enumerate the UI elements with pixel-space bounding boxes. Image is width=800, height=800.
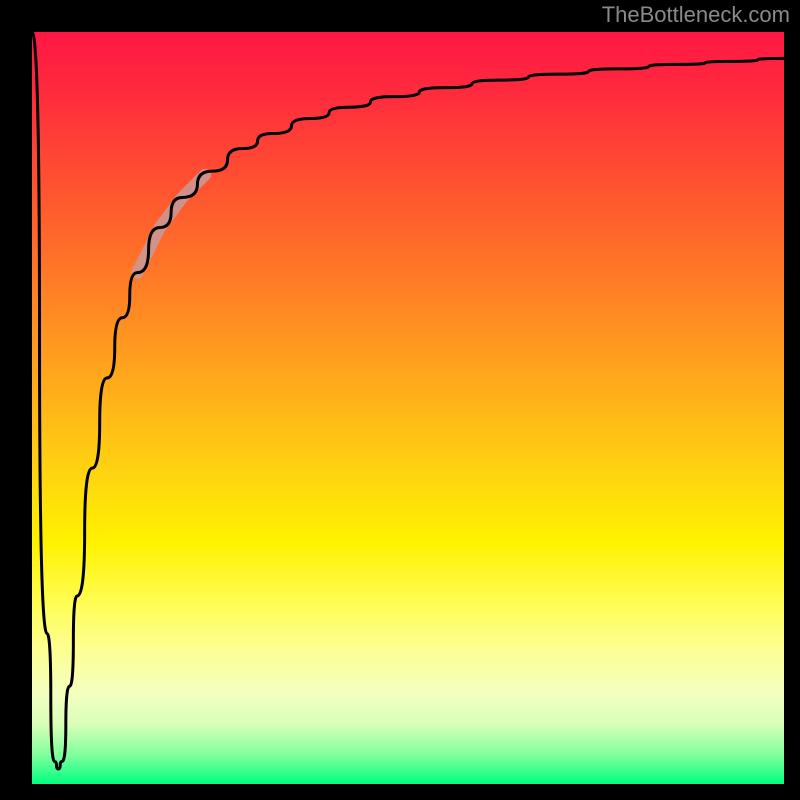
curve-main-line — [32, 32, 784, 769]
chart-plot-area — [32, 32, 784, 784]
attribution-text: TheBottleneck.com — [602, 2, 790, 28]
chart-svg — [32, 32, 784, 784]
